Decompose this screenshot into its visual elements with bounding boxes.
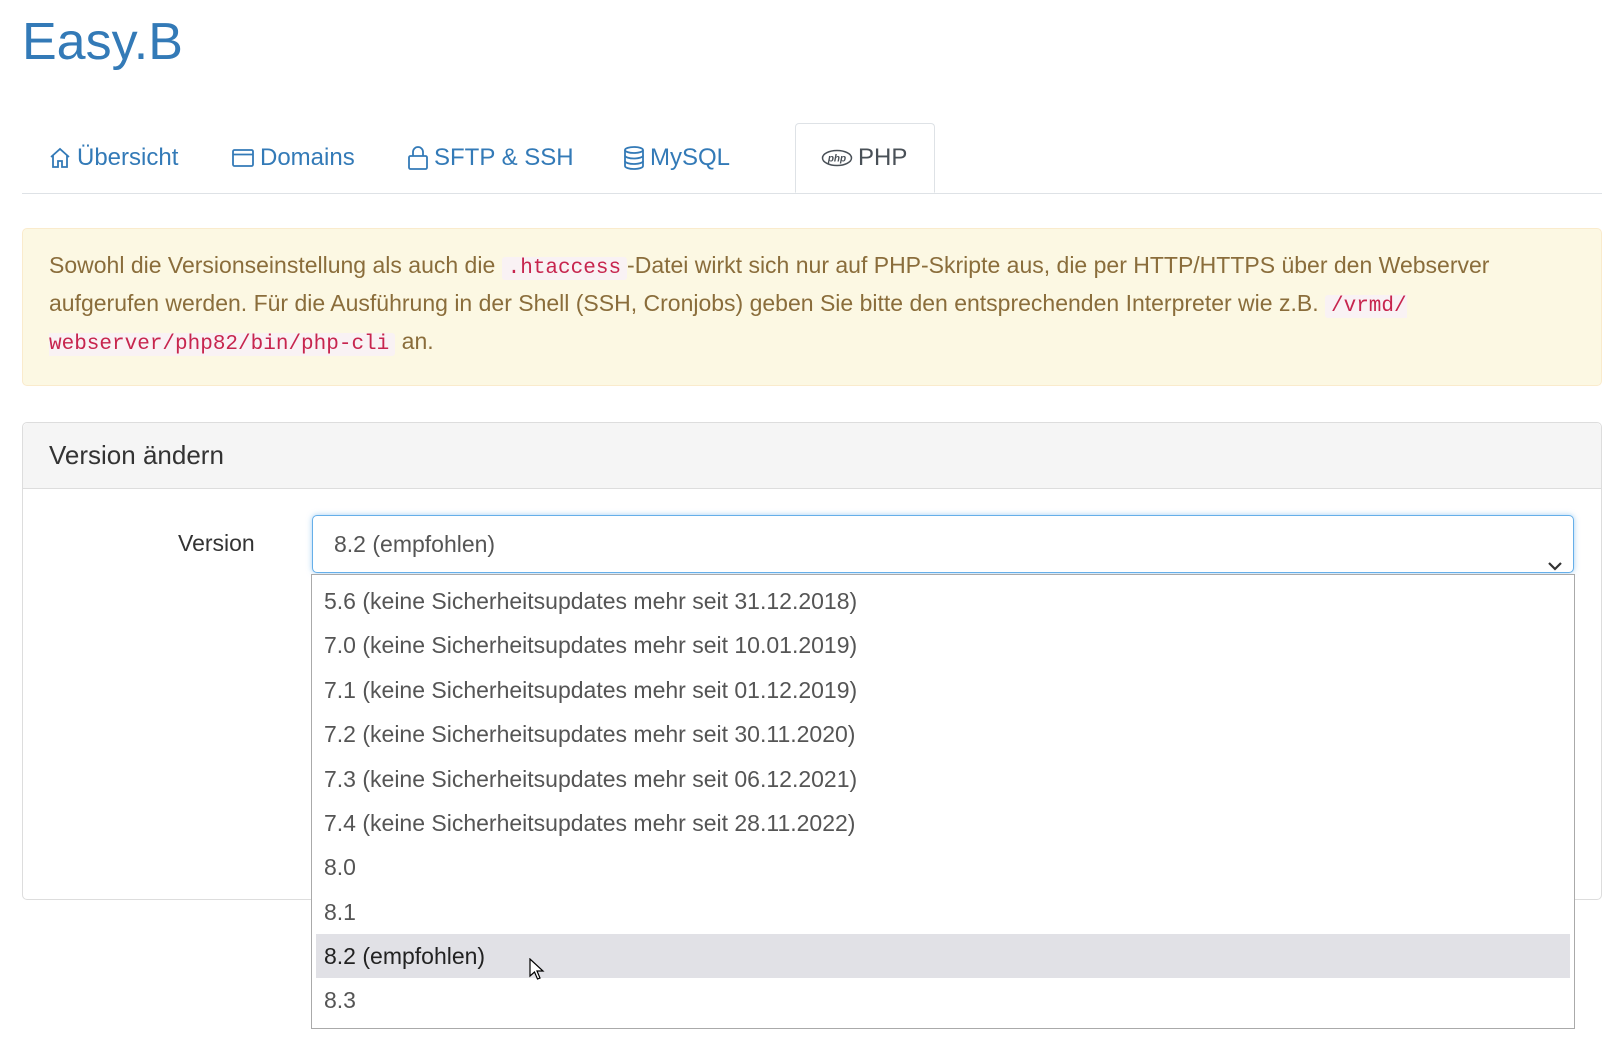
mouse-cursor-icon — [529, 957, 545, 987]
alert-text-1: Sowohl die Versionseinstellung als auch … — [49, 252, 496, 278]
nav-tabs: Übersicht Domains SFTP & SSH MySQL php P… — [22, 123, 1602, 194]
tab-uebersicht[interactable]: Übersicht — [48, 123, 178, 193]
option-7-1[interactable]: 7.1 (keine Sicherheitsupdates mehr seit … — [316, 668, 1570, 712]
info-alert: Sowohl die Versionseinstellung als auch … — [22, 228, 1602, 386]
version-dropdown-list[interactable]: 5.6 (keine Sicherheitsupdates mehr seit … — [311, 574, 1575, 1029]
version-label: Version — [178, 530, 255, 556]
window-icon — [231, 146, 255, 170]
card-title: Version ändern — [23, 423, 1601, 489]
brand-title[interactable]: Easy.B — [22, 12, 183, 72]
option-7-3[interactable]: 7.3 (keine Sicherheitsupdates mehr seit … — [316, 757, 1570, 801]
alert-text-3: an. — [401, 328, 434, 354]
option-8-2-selected[interactable]: 8.2 (empfohlen) — [316, 934, 1570, 978]
option-7-2[interactable]: 7.2 (keine Sicherheitsupdates mehr seit … — [316, 712, 1570, 756]
tab-label: SFTP & SSH — [434, 144, 574, 171]
version-select[interactable]: 8.2 (empfohlen) — [312, 515, 1574, 573]
lock-icon — [407, 145, 429, 171]
option-8-3[interactable]: 8.3 — [316, 978, 1570, 1022]
tab-sftp-ssh[interactable]: SFTP & SSH — [407, 123, 574, 193]
option-5-6[interactable]: 5.6 (keine Sicherheitsupdates mehr seit … — [316, 579, 1570, 623]
tab-domains[interactable]: Domains — [231, 123, 355, 193]
tab-php[interactable]: php PHP — [795, 123, 935, 193]
svg-text:php: php — [827, 154, 846, 165]
option-7-0[interactable]: 7.0 (keine Sicherheitsupdates mehr seit … — [316, 623, 1570, 667]
option-8-1[interactable]: 8.1 — [316, 890, 1570, 934]
tab-label: PHP — [858, 144, 908, 171]
option-7-4[interactable]: 7.4 (keine Sicherheitsupdates mehr seit … — [316, 801, 1570, 845]
tab-mysql[interactable]: MySQL — [623, 123, 730, 193]
select-value: 8.2 (empfohlen) — [334, 531, 496, 557]
php-icon: php — [821, 148, 853, 168]
option-8-0[interactable]: 8.0 — [316, 845, 1570, 889]
database-icon — [623, 145, 645, 171]
tab-label: Domains — [260, 144, 355, 171]
tab-label: MySQL — [650, 144, 731, 171]
tab-label: Übersicht — [77, 144, 179, 171]
alert-code-htaccess: .htaccess — [501, 257, 628, 280]
home-icon — [48, 146, 72, 170]
